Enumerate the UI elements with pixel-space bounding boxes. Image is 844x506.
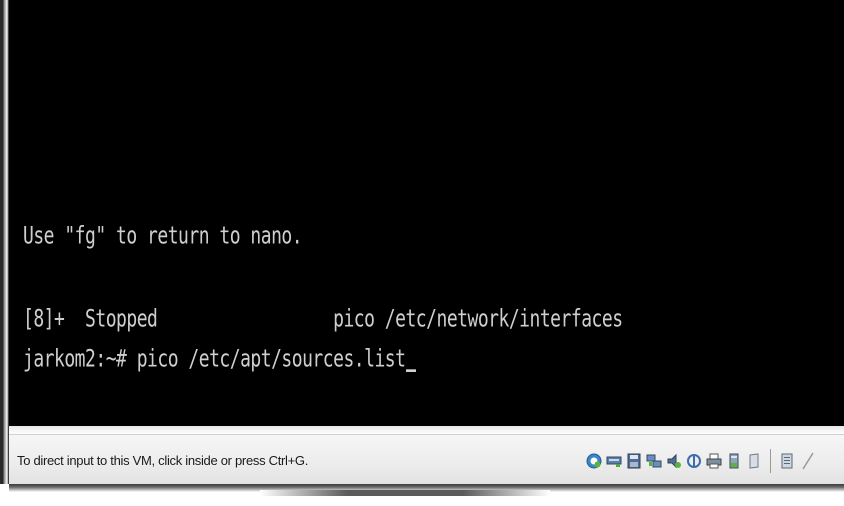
- terminal-line-1: Use "fg" to return to nano.: [23, 222, 303, 251]
- hard-disk-icon[interactable]: [726, 452, 742, 470]
- network-activity-icon[interactable]: [646, 452, 662, 470]
- status-bar: To direct input to this VM, click inside…: [9, 434, 844, 485]
- resize-grip-icon[interactable]: [799, 452, 815, 470]
- terminal-line-3: [8]+ Stopped pico /etc/network/interface…: [23, 305, 623, 334]
- printer-icon[interactable]: [706, 452, 722, 470]
- terminal-prompt-text: jarkom2:~# pico /etc/apt/sources.list: [23, 345, 406, 374]
- cd-drive-icon[interactable]: [746, 452, 762, 470]
- vm-console-window: Use "fg" to return to nano. [8]+ Stopped…: [0, 0, 844, 506]
- message-log-icon[interactable]: [779, 452, 795, 470]
- vmware-tools-icon[interactable]: [586, 452, 602, 470]
- terminal-prompt-line: jarkom2:~# pico /etc/apt/sources.list: [23, 345, 417, 374]
- usb-icon[interactable]: [686, 452, 702, 470]
- tray-separator: [770, 449, 771, 473]
- sound-icon[interactable]: [666, 452, 682, 470]
- device-tray: [586, 445, 815, 477]
- window-left-border: [0, 0, 9, 490]
- floppy-drive-icon[interactable]: [626, 452, 642, 470]
- status-hint-text: To direct input to this VM, click inside…: [17, 453, 309, 468]
- console-divider: [9, 426, 844, 434]
- vm-terminal-screen[interactable]: Use "fg" to return to nano. [8]+ Stopped…: [9, 0, 844, 426]
- taskbar-edge: [260, 490, 550, 496]
- text-cursor: [406, 369, 417, 372]
- network-adapter-icon[interactable]: [606, 452, 622, 470]
